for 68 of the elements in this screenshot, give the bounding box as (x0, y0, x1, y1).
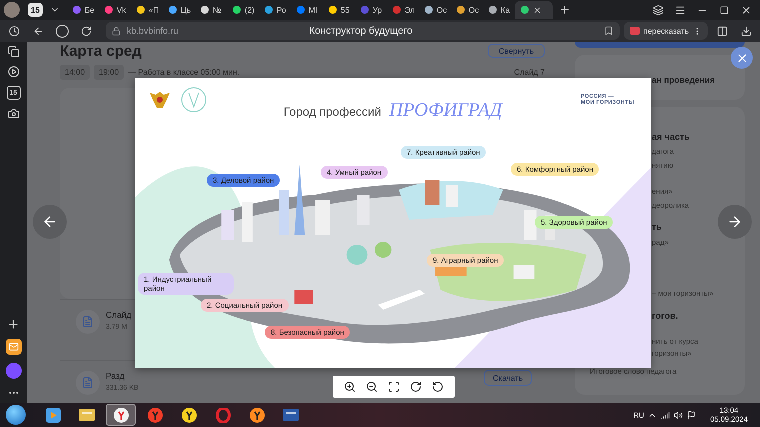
camera-icon[interactable] (8, 108, 20, 120)
signal-icon[interactable] (661, 410, 670, 420)
plan-heading: гогов. (652, 310, 678, 322)
volume-icon[interactable] (674, 410, 684, 420)
browser-tab[interactable]: № (194, 1, 225, 19)
browser-tab[interactable]: Ць (162, 1, 193, 19)
document-icon (283, 408, 299, 422)
copy-icon[interactable] (8, 46, 20, 58)
file-icon (76, 371, 100, 395)
browser-tab[interactable]: Ml (290, 1, 321, 19)
mail-icon[interactable] (6, 339, 22, 355)
arrow-left-icon[interactable] (42, 214, 58, 230)
tab-counter[interactable]: 15 (28, 3, 43, 17)
circle-logo-icon (148, 408, 162, 422)
taskbar-app[interactable] (106, 404, 136, 426)
zoom-out-icon[interactable] (365, 380, 379, 394)
browser-tab[interactable] (514, 1, 553, 19)
browser-tab[interactable]: Эл (386, 1, 417, 19)
browser-tab[interactable]: Ро (258, 1, 289, 19)
time-chip: 14:00 (60, 64, 90, 80)
flag-icon[interactable] (687, 410, 696, 420)
ring-icon (216, 408, 230, 422)
lock-icon (112, 26, 121, 36)
address-field[interactable]: kb.bvbinfo.ru Конструктор будущего (106, 22, 620, 40)
section-heading: Карта сред (60, 42, 142, 60)
browser-tab[interactable]: (2) (226, 1, 257, 19)
rotate-right-icon[interactable] (409, 380, 423, 394)
folder-icon (79, 408, 95, 422)
play-icon (46, 408, 60, 422)
emblem-icon (149, 90, 171, 110)
brand-title: ПРОФИГРАД (389, 100, 502, 122)
close-icon[interactable] (532, 6, 542, 14)
activity-text: — Работа в классе 05:00 мин. (128, 68, 241, 76)
card-title: ан проведения (652, 75, 716, 85)
start-button[interactable] (6, 405, 26, 425)
url-text: kb.bvbinfo.ru (127, 26, 179, 36)
logo-icon (181, 87, 207, 113)
browser-icon (114, 408, 128, 422)
zoom-in-icon[interactable] (343, 380, 357, 394)
circle-logo-icon (182, 408, 196, 422)
play-icon[interactable] (8, 66, 20, 78)
close-button[interactable] (731, 47, 753, 69)
browser-tab[interactable]: Ос (418, 1, 449, 19)
time-chip: 19:00 (94, 64, 124, 80)
slide-number: Слайд 7 (514, 68, 545, 76)
plan-heading: ая часть (652, 131, 690, 143)
retell-icon (630, 27, 640, 35)
avatar[interactable] (4, 2, 20, 18)
rotate-left-icon[interactable] (431, 380, 445, 394)
browser-tab[interactable]: Ка (482, 1, 513, 19)
retell-button[interactable]: пересказать (624, 22, 708, 40)
browser-tab[interactable]: Бе (66, 1, 97, 19)
plan-heading: ть (652, 221, 662, 233)
browser-tab[interactable]: Vk (98, 1, 129, 19)
previous-button[interactable] (33, 205, 67, 239)
fullscreen-icon[interactable] (387, 380, 401, 394)
browser-tab[interactable]: Ос (450, 1, 481, 19)
browser-tab[interactable]: 55 (322, 1, 353, 19)
file-name: Слайд (106, 310, 133, 320)
browser-tab[interactable]: Ур (354, 1, 385, 19)
file-icon (76, 310, 100, 334)
slide-title: Город профессий (284, 105, 382, 119)
bookmark-icon[interactable] (604, 26, 614, 36)
page-title: Конструктор будущего (308, 26, 414, 36)
assistant-icon[interactable] (6, 363, 22, 379)
browser-tab[interactable]: «П (130, 1, 161, 19)
add-icon[interactable] (7, 318, 20, 331)
file-name: Разд (106, 371, 126, 381)
